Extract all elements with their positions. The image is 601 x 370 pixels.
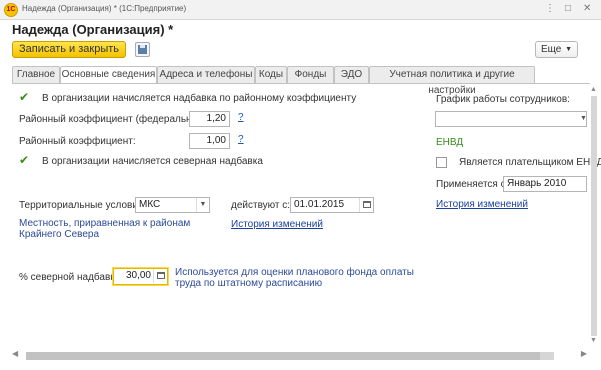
regional-coef-checkbox-label: В организации начисляется надбавка по ра…	[42, 93, 357, 104]
envd-history-link[interactable]: История изменений	[436, 199, 528, 210]
federal-coef-input[interactable]: 1,20	[189, 111, 230, 127]
territory-select[interactable]: МКС ▼	[135, 197, 210, 213]
vertical-scroll-track[interactable]	[591, 96, 597, 336]
schedule-label: График работы сотрудников:	[436, 94, 570, 105]
regional-coef-checkbox[interactable]	[19, 90, 30, 104]
chevron-down-icon: ▼	[565, 46, 572, 53]
valid-from-date-input[interactable]: 01.01.2015	[290, 197, 374, 213]
scroll-right-icon[interactable]: ▶	[581, 349, 587, 358]
tab-addresses[interactable]: Адреса и телефоны	[157, 66, 255, 83]
territory-value: МКС	[139, 199, 161, 210]
territory-history-link[interactable]: История изменений	[231, 219, 323, 230]
more-button[interactable]: Еще ▼	[535, 41, 578, 58]
window-menu-icon[interactable]: ⋮	[545, 3, 555, 15]
dropdown-arrow-icon[interactable]: ▼	[580, 112, 587, 126]
save-disk-icon[interactable]	[135, 42, 150, 57]
schedule-select[interactable]: ▼	[435, 111, 587, 127]
envd-title: ЕНВД	[436, 137, 464, 148]
vertical-scrollbar[interactable]: ▲ ▼	[590, 86, 598, 344]
window-maximize-icon[interactable]: □	[565, 3, 571, 15]
scroll-up-icon[interactable]: ▲	[590, 86, 597, 93]
tab-edo[interactable]: ЭДО	[334, 66, 369, 83]
territory-note: Местность, приравненная к районам Крайне…	[19, 218, 191, 240]
save-and-close-button[interactable]: Записать и закрыть	[12, 41, 126, 58]
federal-coef-label: Районный коэффициент (федеральный):	[19, 114, 211, 125]
federal-coef-help-link[interactable]: ?	[238, 112, 244, 123]
north-allowance-checkbox[interactable]	[19, 153, 30, 167]
applies-from-label: Применяется с:	[436, 179, 509, 190]
tab-divider	[12, 83, 590, 84]
horizontal-scroll-thumb[interactable]	[26, 352, 540, 360]
north-allowance-checkbox-label: В организации начисляется северная надба…	[42, 156, 263, 167]
form-title: Надежда (Организация) *	[12, 22, 174, 37]
scroll-left-icon[interactable]: ◀	[12, 349, 18, 358]
regional-coef-help-link[interactable]: ?	[238, 134, 244, 145]
envd-payer-label: Является плательщиком ЕНВД	[459, 157, 601, 168]
regional-coef-input[interactable]: 1,00	[189, 133, 230, 149]
north-percent-label: % северной надбавки:	[19, 272, 124, 283]
tab-funds[interactable]: Фонды	[287, 66, 334, 83]
applies-from-input[interactable]: Январь 2010	[503, 176, 587, 192]
app-1c-icon: 1С	[4, 3, 18, 17]
dropdown-arrow-icon[interactable]: ▼	[196, 198, 209, 212]
more-button-label: Еще	[541, 44, 562, 55]
tab-main[interactable]: Главное	[12, 66, 60, 83]
north-percent-input[interactable]: 30,00	[113, 268, 168, 285]
window-titlebar: 1С Надежда (Организация) * (1С:Предприят…	[0, 0, 601, 20]
tab-basic-info[interactable]: Основные сведения	[60, 66, 157, 84]
north-percent-note: Используется для оценки планового фонда …	[175, 267, 414, 289]
window-close-icon[interactable]: ✕	[583, 3, 591, 15]
tab-accounting-policy[interactable]: Учетная политика и другие настройки	[369, 66, 535, 96]
valid-from-value: 01.01.2015	[294, 199, 345, 210]
tab-codes[interactable]: Коды	[255, 66, 287, 83]
window-title: Надежда (Организация) * (1С:Предприятие)	[22, 4, 187, 13]
regional-coef-label: Районный коэффициент:	[19, 136, 136, 147]
envd-payer-checkbox[interactable]	[436, 157, 447, 168]
scroll-down-icon[interactable]: ▼	[590, 337, 597, 344]
calendar-icon[interactable]	[359, 198, 373, 212]
calculator-icon[interactable]	[153, 269, 167, 283]
horizontal-scrollbar[interactable]: ◀ ▶	[12, 349, 587, 360]
territory-label: Территориальные условия:	[19, 200, 147, 211]
north-percent-value: 30,00	[125, 270, 151, 281]
valid-from-label: действуют с:	[231, 200, 291, 211]
